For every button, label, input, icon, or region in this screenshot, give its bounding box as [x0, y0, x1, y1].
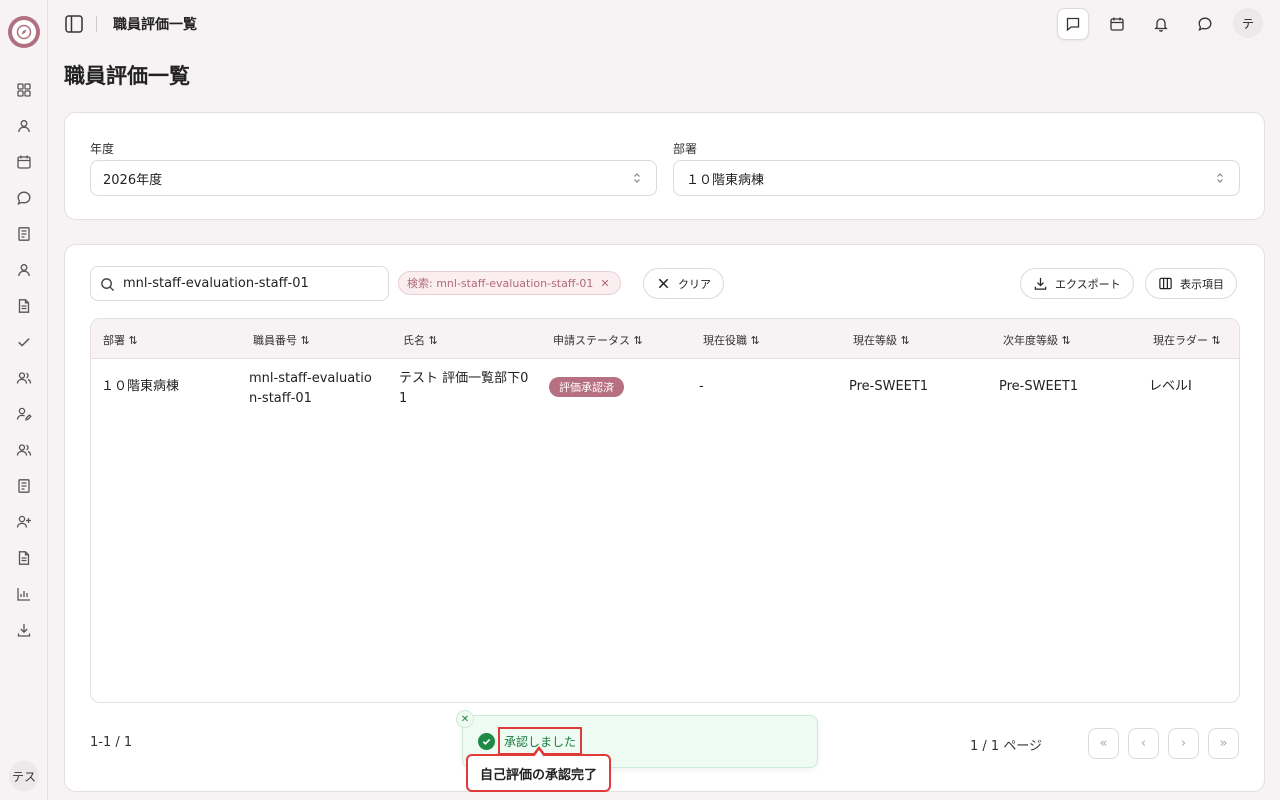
x-icon	[658, 278, 669, 289]
calendar-icon[interactable]	[14, 152, 34, 172]
check-icon[interactable]	[14, 332, 34, 352]
message-square-icon	[1066, 17, 1080, 32]
table-card: mnl-staff-evaluation-staff-01 検索: mnl-st…	[64, 244, 1265, 792]
calendar-button[interactable]	[1101, 8, 1133, 40]
chevron-left-icon: ‹	[1140, 736, 1147, 751]
year-select[interactable]: 2026年度	[90, 160, 657, 196]
chat-icon[interactable]	[14, 188, 34, 208]
cell-next-grade: Pre-SWEET1	[999, 379, 1079, 394]
notebook-icon[interactable]	[14, 476, 34, 496]
clear-button[interactable]: クリア	[643, 268, 724, 299]
topbar: 職員評価一覧 テ	[48, 0, 1280, 48]
col-header-name[interactable]: 氏名 ⇅	[403, 332, 438, 348]
chevrons-up-down-icon	[1217, 173, 1223, 183]
col-header-grade[interactable]: 現在等級 ⇅	[853, 332, 910, 348]
file-text-icon[interactable]	[14, 548, 34, 568]
cell-name-line2: 1	[399, 391, 408, 406]
team-icon[interactable]	[14, 440, 34, 460]
user-plus-icon[interactable]	[14, 512, 34, 532]
chat-icon	[1198, 17, 1212, 31]
page-title: 職員評価一覧	[64, 64, 190, 88]
calendar-icon	[1110, 17, 1124, 31]
col-header-status[interactable]: 申請ステータス ⇅	[553, 332, 643, 348]
cell-name-line1: テスト 評価一覧部下0	[399, 371, 529, 386]
cell-position: -	[699, 379, 704, 394]
staff-table: 部署 ⇅ 職員番号 ⇅ 氏名 ⇅ 申請ステータス ⇅ 現在役職 ⇅ 現在等級 ⇅…	[90, 318, 1240, 703]
next-page-button[interactable]: ›	[1168, 728, 1199, 759]
annotation-callout: 自己評価の承認完了	[466, 754, 611, 792]
topbar-title: 職員評価一覧	[113, 17, 197, 33]
topbar-divider	[96, 16, 97, 32]
users-icon[interactable]	[14, 368, 34, 388]
bell-icon	[1154, 18, 1168, 32]
page-indicator: 1 / 1 ページ	[970, 739, 1043, 754]
table-header: 部署 ⇅ 職員番号 ⇅ 氏名 ⇅ 申請ステータス ⇅ 現在役職 ⇅ 現在等級 ⇅…	[91, 319, 1239, 359]
first-page-button[interactable]: «	[1088, 728, 1119, 759]
chevrons-right-icon: »	[1219, 736, 1228, 751]
user-icon[interactable]	[14, 116, 34, 136]
search-filter-chip[interactable]: 検索: mnl-staff-evaluation-staff-01 ✕	[398, 271, 621, 295]
dept-select[interactable]: １０階東病棟	[673, 160, 1240, 196]
col-header-next-grade[interactable]: 次年度等級 ⇅	[1003, 332, 1071, 348]
chevrons-up-down-icon	[634, 173, 640, 183]
result-count: 1-1 / 1	[90, 735, 133, 750]
prev-page-button[interactable]: ‹	[1128, 728, 1159, 759]
clear-button-label: クリア	[678, 277, 711, 291]
bar-chart-icon[interactable]	[14, 584, 34, 604]
compass-icon	[12, 20, 36, 44]
cell-dept: １０階東病棟	[101, 379, 180, 394]
cell-grade: Pre-SWEET1	[849, 379, 929, 394]
dept-label: 部署	[673, 142, 698, 156]
download-icon[interactable]	[14, 620, 34, 640]
cell-staff-no-line2: n-staff-01	[249, 391, 312, 406]
cell-name: テスト 評価一覧部下0 1	[399, 369, 528, 409]
close-icon[interactable]: ✕	[600, 277, 609, 290]
sidebar-toggle-icon[interactable]	[64, 14, 84, 34]
columns-button[interactable]: 表示項目	[1145, 268, 1237, 299]
search-filter-chip-label: 検索: mnl-staff-evaluation-staff-01	[407, 277, 594, 290]
export-button-label: エクスポート	[1055, 277, 1121, 291]
year-select-value: 2026年度	[103, 172, 163, 188]
chevrons-left-icon: «	[1099, 736, 1108, 751]
col-header-dept[interactable]: 部署 ⇅	[103, 332, 138, 348]
check-circle-icon	[478, 733, 495, 750]
status-badge: 評価承認済	[549, 377, 624, 397]
col-header-position[interactable]: 現在役職 ⇅	[703, 332, 760, 348]
col-header-ladder[interactable]: 現在ラダー ⇅	[1153, 332, 1221, 348]
filter-card: 年度 2026年度 部署 １０階東病棟	[64, 112, 1265, 220]
year-label: 年度	[90, 142, 115, 156]
cell-ladder: レベルI	[1149, 379, 1192, 394]
export-button[interactable]: エクスポート	[1020, 268, 1134, 299]
message-button[interactable]	[1057, 8, 1089, 40]
person-icon[interactable]	[14, 260, 34, 280]
profile-avatar[interactable]: テ	[1233, 8, 1263, 38]
columns-icon	[1159, 277, 1172, 290]
search-input-value: mnl-staff-evaluation-staff-01	[123, 276, 309, 291]
chat-button[interactable]	[1189, 8, 1221, 40]
user-avatar[interactable]: テス	[9, 761, 39, 791]
book-icon[interactable]	[14, 224, 34, 244]
document-icon[interactable]	[14, 296, 34, 316]
sidebar: テス	[0, 0, 48, 800]
search-icon	[101, 278, 115, 292]
search-input[interactable]: mnl-staff-evaluation-staff-01	[90, 266, 389, 301]
download-icon	[1034, 277, 1047, 290]
col-header-staff-no[interactable]: 職員番号 ⇅	[253, 332, 310, 348]
cell-staff-no-line1: mnl-staff-evaluatio	[249, 371, 372, 386]
app-logo[interactable]	[8, 16, 40, 48]
toast-close-icon[interactable]: ✕	[456, 710, 474, 728]
last-page-button[interactable]: »	[1208, 728, 1239, 759]
dashboard-icon[interactable]	[14, 80, 34, 100]
chevron-right-icon: ›	[1180, 736, 1187, 751]
cell-staff-no: mnl-staff-evaluatio n-staff-01	[249, 369, 372, 409]
user-edit-icon[interactable]	[14, 404, 34, 424]
callout-arrow-inner	[534, 750, 544, 757]
dept-select-value: １０階東病棟	[686, 172, 765, 188]
columns-button-label: 表示項目	[1180, 277, 1224, 291]
notification-button[interactable]	[1145, 8, 1177, 40]
